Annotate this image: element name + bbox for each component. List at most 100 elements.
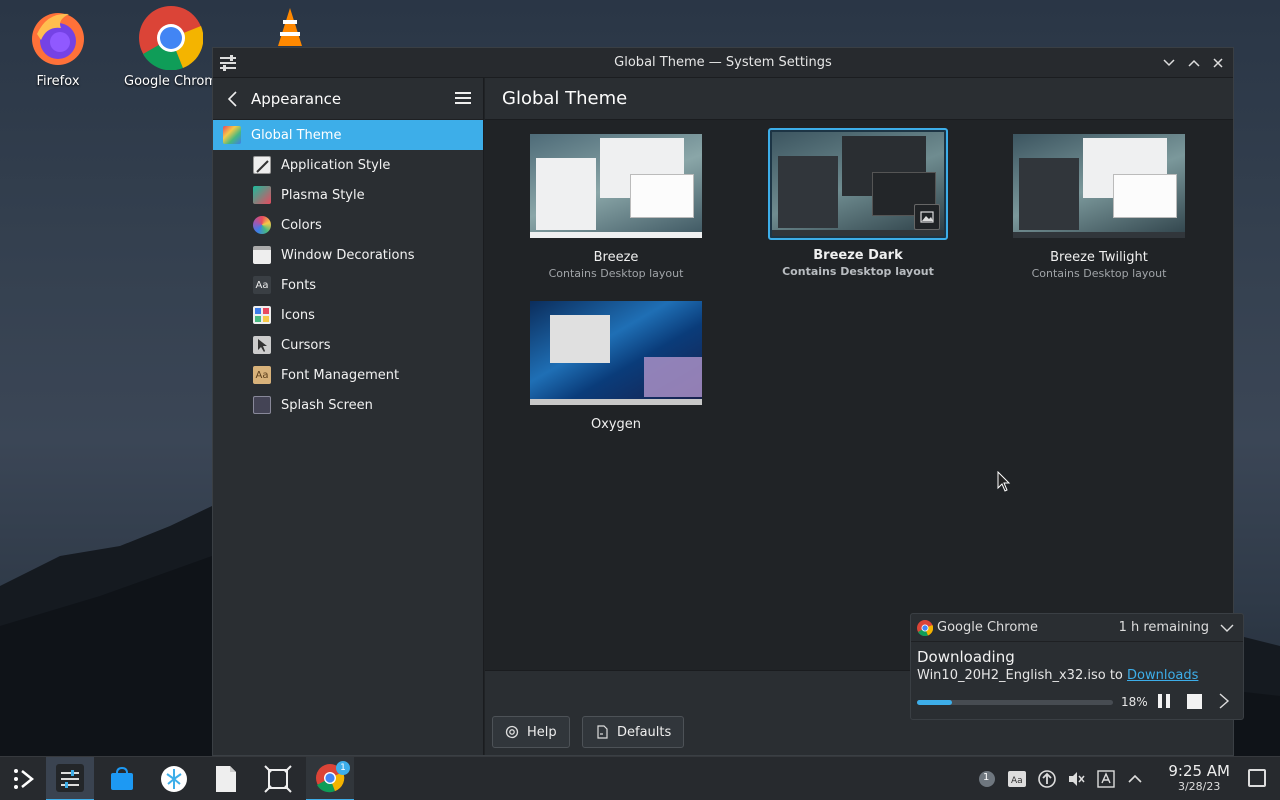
close-icon — [1213, 58, 1223, 68]
screenshot-frame-icon — [264, 765, 292, 793]
font-management-icon: Aa — [253, 366, 271, 384]
firefox-icon — [27, 6, 89, 68]
chevron-down-icon — [1163, 59, 1175, 67]
theme-card-breeze[interactable]: Breeze Contains Desktop layout — [526, 130, 706, 280]
notification-app-name: Google Chrome — [937, 620, 1038, 635]
desktop-icon-firefox[interactable]: Firefox — [10, 6, 106, 89]
download-progress-bar — [917, 700, 1113, 705]
chrome-icon — [917, 619, 933, 636]
plasma-style-icon — [253, 186, 271, 204]
theme-subtitle-breeze-dark: Contains Desktop layout — [782, 265, 934, 278]
upload-tray-icon[interactable] — [1037, 769, 1057, 789]
notification-body: Win10_20H2_English_x32.iso to Downloads — [917, 668, 1199, 683]
download-notification[interactable]: Google Chrome 1 h remaining Downloading … — [910, 613, 1244, 720]
theme-card-oxygen[interactable]: Oxygen — [526, 297, 706, 432]
sidebar-item-fonts[interactable]: Aa Fonts — [213, 270, 483, 300]
theme-name-oxygen: Oxygen — [590, 417, 642, 432]
document-revert-icon — [597, 725, 608, 739]
sidebar-item-plasma-style[interactable]: Plasma Style — [213, 180, 483, 210]
time-remaining: 1 h remaining — [1118, 620, 1209, 635]
minimize-button[interactable] — [1159, 53, 1179, 73]
chevron-down-icon[interactable] — [1219, 620, 1235, 636]
clock-time: 9:25 AM — [1168, 762, 1230, 780]
sidebar-item-application-style[interactable]: Application Style — [213, 150, 483, 180]
sidebar-item-colors[interactable]: Colors — [213, 210, 483, 240]
taskbar-item-kde-app[interactable] — [150, 757, 198, 800]
theme-card-breeze-dark[interactable]: Breeze Dark Contains Desktop layout — [768, 128, 948, 278]
icons-icon — [253, 306, 271, 324]
updates-badge: 1 — [983, 772, 990, 783]
pause-icon[interactable] — [1156, 693, 1172, 709]
sidebar-header: Appearance — [213, 78, 483, 120]
window-titlebar[interactable]: Global Theme — System Settings — [213, 48, 1233, 78]
taskbar-item-discover[interactable] — [98, 757, 146, 800]
global-theme-icon — [223, 126, 241, 144]
theme-preview-oxygen — [530, 301, 702, 405]
sidebar-item-icons[interactable]: Icons — [213, 300, 483, 330]
theme-preview-breeze-twilight — [1013, 134, 1185, 238]
sidebar-item-global-theme[interactable]: Global Theme — [213, 120, 483, 150]
vlc-icon[interactable] — [272, 6, 308, 48]
svg-text:Aa: Aa — [1011, 776, 1023, 786]
close-button[interactable] — [1208, 53, 1228, 73]
sidebar: Appearance Global Theme Application Styl… — [213, 78, 484, 755]
discover-store-icon — [111, 766, 133, 790]
help-icon — [505, 725, 519, 739]
back-arrow-icon[interactable] — [225, 90, 241, 107]
theme-preview-breeze-dark — [772, 132, 944, 236]
taskbar-item-chrome[interactable]: 1 — [306, 757, 354, 800]
sidebar-item-font-management[interactable]: Aa Font Management — [213, 360, 483, 390]
theme-subtitle-breeze-twilight: Contains Desktop layout — [1031, 267, 1167, 280]
input-method-icon[interactable] — [1096, 769, 1116, 789]
chevron-up-icon[interactable] — [1125, 769, 1145, 789]
sidebar-item-splash-screen[interactable]: Splash Screen — [213, 390, 483, 420]
window-title: Global Theme — System Settings — [614, 55, 832, 70]
document-icon — [216, 766, 236, 792]
cursors-icon — [253, 336, 271, 354]
clock[interactable]: 9:25 AM 3/28/23 — [1168, 762, 1230, 793]
notification-title: Downloading — [917, 648, 1015, 666]
taskbar-item-text-file[interactable] — [202, 757, 250, 800]
theme-preview-breeze — [530, 134, 702, 238]
theme-name-breeze-dark: Breeze Dark — [813, 248, 903, 263]
chevron-right-icon[interactable] — [1217, 693, 1231, 709]
splash-screen-icon — [253, 396, 271, 414]
window-decorations-icon — [253, 246, 271, 264]
sidebar-header-title: Appearance — [251, 89, 342, 108]
application-style-icon — [253, 156, 271, 174]
taskbar: 1 1 Aa 9:25 AM 3/28/23 — [0, 756, 1280, 800]
help-button[interactable]: Help — [492, 716, 570, 748]
application-launcher-button[interactable] — [0, 757, 48, 800]
theme-card-breeze-twilight[interactable]: Breeze Twilight Contains Desktop layout — [1009, 130, 1189, 280]
app-launcher-icon — [14, 769, 35, 789]
download-progress-fill — [917, 700, 953, 705]
chrome-icon — [139, 6, 204, 71]
clock-date: 3/28/23 — [1177, 780, 1221, 793]
page-title: Global Theme — [485, 78, 1233, 120]
download-progress-label: 18% — [1121, 695, 1148, 709]
chevron-up-icon — [1188, 59, 1200, 67]
downloads-link[interactable]: Downloads — [1127, 668, 1198, 683]
chrome-badge: 1 — [336, 761, 350, 775]
show-desktop-icon[interactable] — [1248, 769, 1266, 787]
hamburger-menu-icon[interactable] — [455, 91, 471, 105]
maximize-button[interactable] — [1184, 53, 1204, 73]
font-tray-icon[interactable]: Aa — [1007, 769, 1027, 789]
sidebar-item-cursors[interactable]: Cursors — [213, 330, 483, 360]
theme-name-breeze-twilight: Breeze Twilight — [1050, 250, 1148, 265]
taskbar-item-spectacle[interactable] — [254, 757, 302, 800]
defaults-button[interactable]: Defaults — [582, 716, 685, 748]
kde-connect-icon — [161, 766, 187, 792]
colors-icon — [253, 216, 271, 234]
sidebar-item-window-decorations[interactable]: Window Decorations — [213, 240, 483, 270]
volume-muted-icon[interactable] — [1066, 769, 1086, 789]
theme-name-breeze: Breeze — [593, 250, 639, 265]
wallpaper-icon[interactable] — [914, 204, 940, 230]
mouse-cursor-icon — [997, 471, 1011, 492]
fonts-icon: Aa — [253, 276, 271, 294]
taskbar-item-system-settings[interactable] — [46, 757, 94, 800]
desktop-icon-chrome[interactable]: Google Chrome — [124, 6, 216, 89]
updates-icon[interactable]: 1 — [977, 769, 997, 789]
stop-button[interactable] — [1187, 694, 1202, 709]
theme-subtitle-breeze: Contains Desktop layout — [548, 267, 684, 280]
